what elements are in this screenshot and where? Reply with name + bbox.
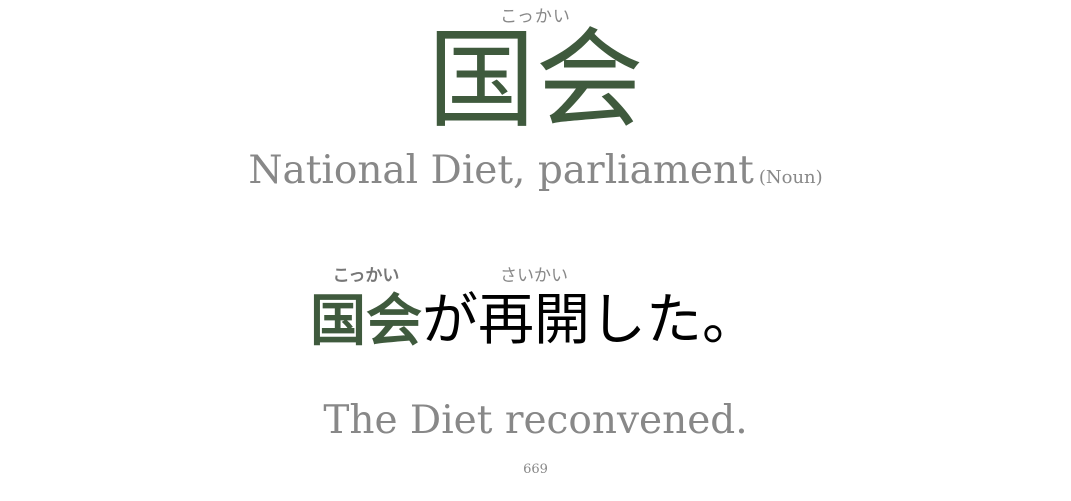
flashcard: こっかい 国会 National Diet, parliament (Noun)… [0,0,1071,501]
sentence-segment-target: こっかい 国会 [310,266,422,356]
headword-kanji: 国会 [427,18,644,143]
sentence-translation: The Diet reconvened. [323,398,748,443]
headword-meaning: National Diet, parliament [248,148,754,193]
example-sentence: こっかい 国会 が さいかい 再開 した。 [310,266,758,356]
part-of-speech: (Noun) [758,167,823,188]
segment-text: が [422,288,478,353]
sentence-segment: した。 [590,266,758,356]
sentence-segment: が [422,266,478,356]
segment-text: した。 [590,288,758,353]
meaning-line: National Diet, parliament (Noun) [0,148,1071,193]
sentence-segment: さいかい 再開 [478,266,590,356]
segment-reading: こっかい [332,266,400,286]
card-number: 669 [523,462,548,477]
segment-reading: さいかい [500,266,568,286]
